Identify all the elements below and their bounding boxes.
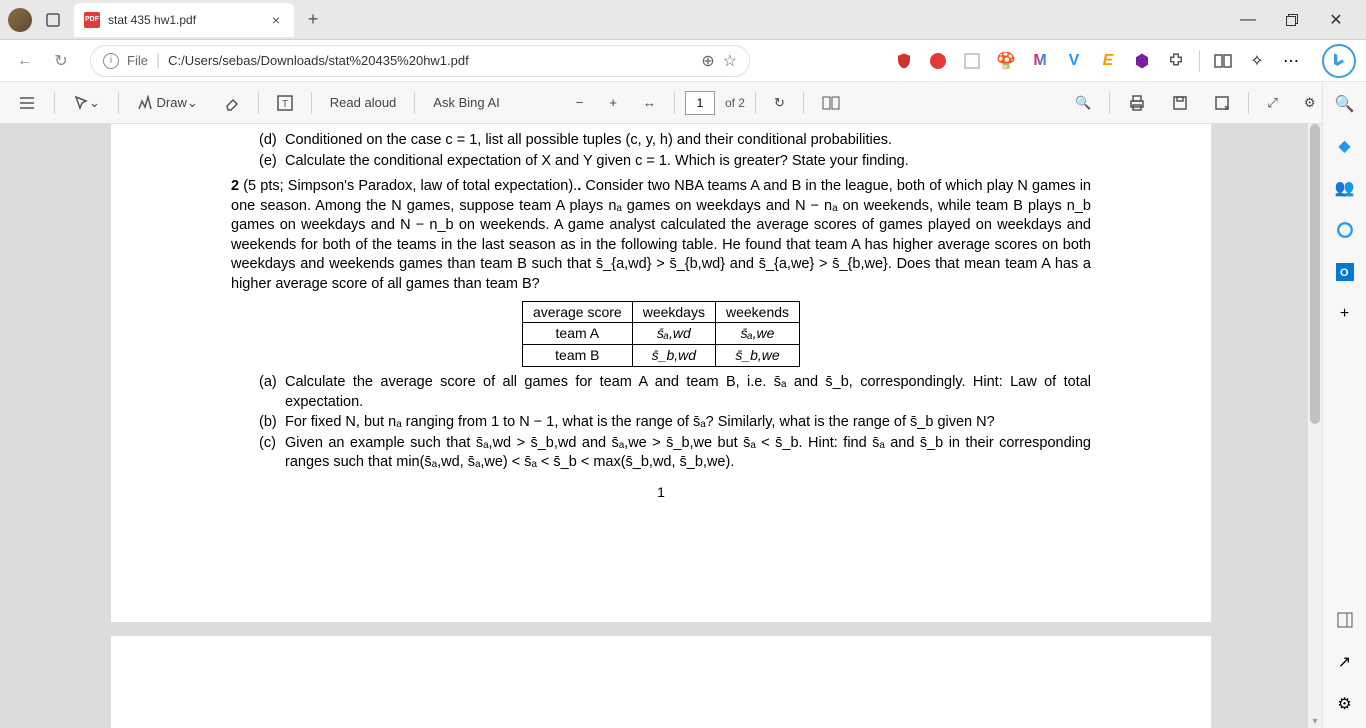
zoom-icon[interactable]: ⊕ [701, 51, 714, 71]
sidebar-settings-icon[interactable]: ⚙ [1333, 692, 1357, 716]
erase-button[interactable] [216, 88, 248, 118]
sidebar-add-icon[interactable]: + [1333, 302, 1357, 326]
svg-text:O: O [1340, 267, 1349, 279]
text-button[interactable]: T [269, 88, 301, 118]
extensions-icon[interactable] [1165, 50, 1187, 72]
edge-sidebar: 🔍 ◆ 👥 O + ↗ ⚙ [1322, 82, 1366, 728]
cursor-button[interactable]: ⌄ [65, 88, 108, 118]
pdf-toolbar: ⌄ Draw ⌄ T Read aloud Ask Bing AI − + ↔ … [0, 82, 1366, 124]
fullscreen-button[interactable]: ⤢ [1259, 88, 1285, 118]
profile-avatar[interactable] [8, 8, 32, 32]
document-viewport[interactable]: (d)Conditioned on the case c = 1, list a… [0, 124, 1322, 728]
print-button[interactable] [1120, 88, 1154, 118]
q2-pts: (5 pts; Simpson's Paradox, law of total … [239, 178, 577, 194]
ext-hex-icon[interactable] [1131, 50, 1153, 72]
sidebar-tools-icon[interactable]: ◆ [1333, 134, 1357, 158]
save-button[interactable] [1164, 88, 1196, 118]
ext-circle-icon[interactable] [927, 50, 949, 72]
address-bar: ← ↻ i File | C:/Users/sebas/Downloads/st… [0, 40, 1366, 82]
url-path: C:/Users/sebas/Downloads/stat%20435%20hw… [168, 53, 693, 68]
ext-shield-icon[interactable] [893, 50, 915, 72]
q2-item-c: Given an example such that s̄ₐ,wd > s̄_b… [285, 434, 1091, 473]
ext-m-icon[interactable]: M [1029, 50, 1051, 72]
info-icon[interactable]: i [103, 53, 119, 69]
read-aloud-button[interactable]: Read aloud [322, 88, 405, 118]
split-screen-icon[interactable] [1212, 50, 1234, 72]
extensions: 🍄 M V E ✧ ⋯ [893, 44, 1356, 78]
refresh-button[interactable]: ↻ [46, 46, 76, 76]
favorite-icon[interactable]: ☆ [723, 51, 737, 71]
save-as-button[interactable] [1206, 88, 1238, 118]
average-score-table: average scoreweekdaysweekends team As̄ₐ,… [522, 301, 800, 368]
ask-bing-button[interactable]: Ask Bing AI [425, 88, 507, 118]
collections-icon[interactable]: ✧ [1246, 50, 1268, 72]
ext-mushroom-icon[interactable]: 🍄 [995, 50, 1017, 72]
svg-text:T: T [282, 99, 288, 110]
find-button[interactable]: 🔍 [1067, 88, 1099, 118]
sidebar-office-icon[interactable] [1333, 218, 1357, 242]
vertical-scrollbar[interactable]: ▴ ▾ [1308, 124, 1322, 728]
tab-actions-icon[interactable] [44, 11, 62, 29]
tab-title: stat 435 hw1.pdf [108, 13, 268, 27]
ext-v-icon[interactable]: V [1063, 50, 1085, 72]
page-number: 1 [231, 483, 1091, 502]
more-icon[interactable]: ⋯ [1280, 50, 1302, 72]
browser-tab[interactable]: PDF stat 435 hw1.pdf × [74, 3, 294, 37]
page-total: of 2 [725, 96, 745, 110]
sidebar-outlook-icon[interactable]: O [1333, 260, 1357, 284]
rotate-button[interactable]: ↻ [766, 88, 793, 118]
q2-item-b: For fixed N, but nₐ ranging from 1 to N … [285, 413, 995, 433]
minimize-button[interactable]: — [1226, 4, 1270, 36]
q2-body: Consider two NBA teams A and B in the le… [231, 178, 1091, 292]
zoom-in-button[interactable]: + [601, 88, 625, 118]
q2-item-a: Calculate the average score of all games… [285, 373, 1091, 412]
url-field[interactable]: i File | C:/Users/sebas/Downloads/stat%2… [90, 45, 750, 77]
fit-button[interactable]: ↔ [635, 88, 664, 118]
q1-item-e: Calculate the conditional expectation of… [285, 152, 909, 172]
close-window-button[interactable]: ✕ [1314, 4, 1358, 36]
pdf-icon: PDF [84, 12, 100, 28]
draw-button[interactable]: Draw ⌄ [129, 88, 206, 118]
q1-item-d: Conditioned on the case c = 1, list all … [285, 131, 892, 151]
sidebar-games-icon[interactable]: 👥 [1333, 176, 1357, 200]
back-button[interactable]: ← [10, 46, 40, 76]
contents-button[interactable] [10, 88, 44, 118]
sidebar-search-icon[interactable]: 🔍 [1333, 92, 1357, 116]
scroll-thumb[interactable] [1310, 124, 1320, 424]
settings-button[interactable]: ⚙ [1296, 88, 1324, 118]
sidebar-panel-icon[interactable] [1333, 608, 1357, 632]
ext-box-icon[interactable] [961, 50, 983, 72]
url-scheme: File [127, 53, 148, 68]
tab-close-button[interactable]: × [268, 12, 284, 28]
scroll-down-icon[interactable]: ▾ [1308, 714, 1322, 728]
window-controls: — ✕ [1226, 4, 1358, 36]
sidebar-popout-icon[interactable]: ↗ [1333, 650, 1357, 674]
new-tab-button[interactable]: + [298, 5, 328, 35]
ext-e-icon[interactable]: E [1097, 50, 1119, 72]
pdf-page-1: (d)Conditioned on the case c = 1, list a… [111, 124, 1211, 622]
pdf-page-2: 3 (5 pts; Law of total expectation/varia… [111, 636, 1211, 728]
page-view-button[interactable] [814, 88, 848, 118]
q2-number: 2 [231, 178, 239, 194]
bing-chat-button[interactable] [1322, 44, 1356, 78]
titlebar: PDF stat 435 hw1.pdf × + — ✕ [0, 0, 1366, 40]
maximize-button[interactable] [1270, 4, 1314, 36]
zoom-out-button[interactable]: − [568, 88, 592, 118]
page-input[interactable] [685, 91, 715, 115]
